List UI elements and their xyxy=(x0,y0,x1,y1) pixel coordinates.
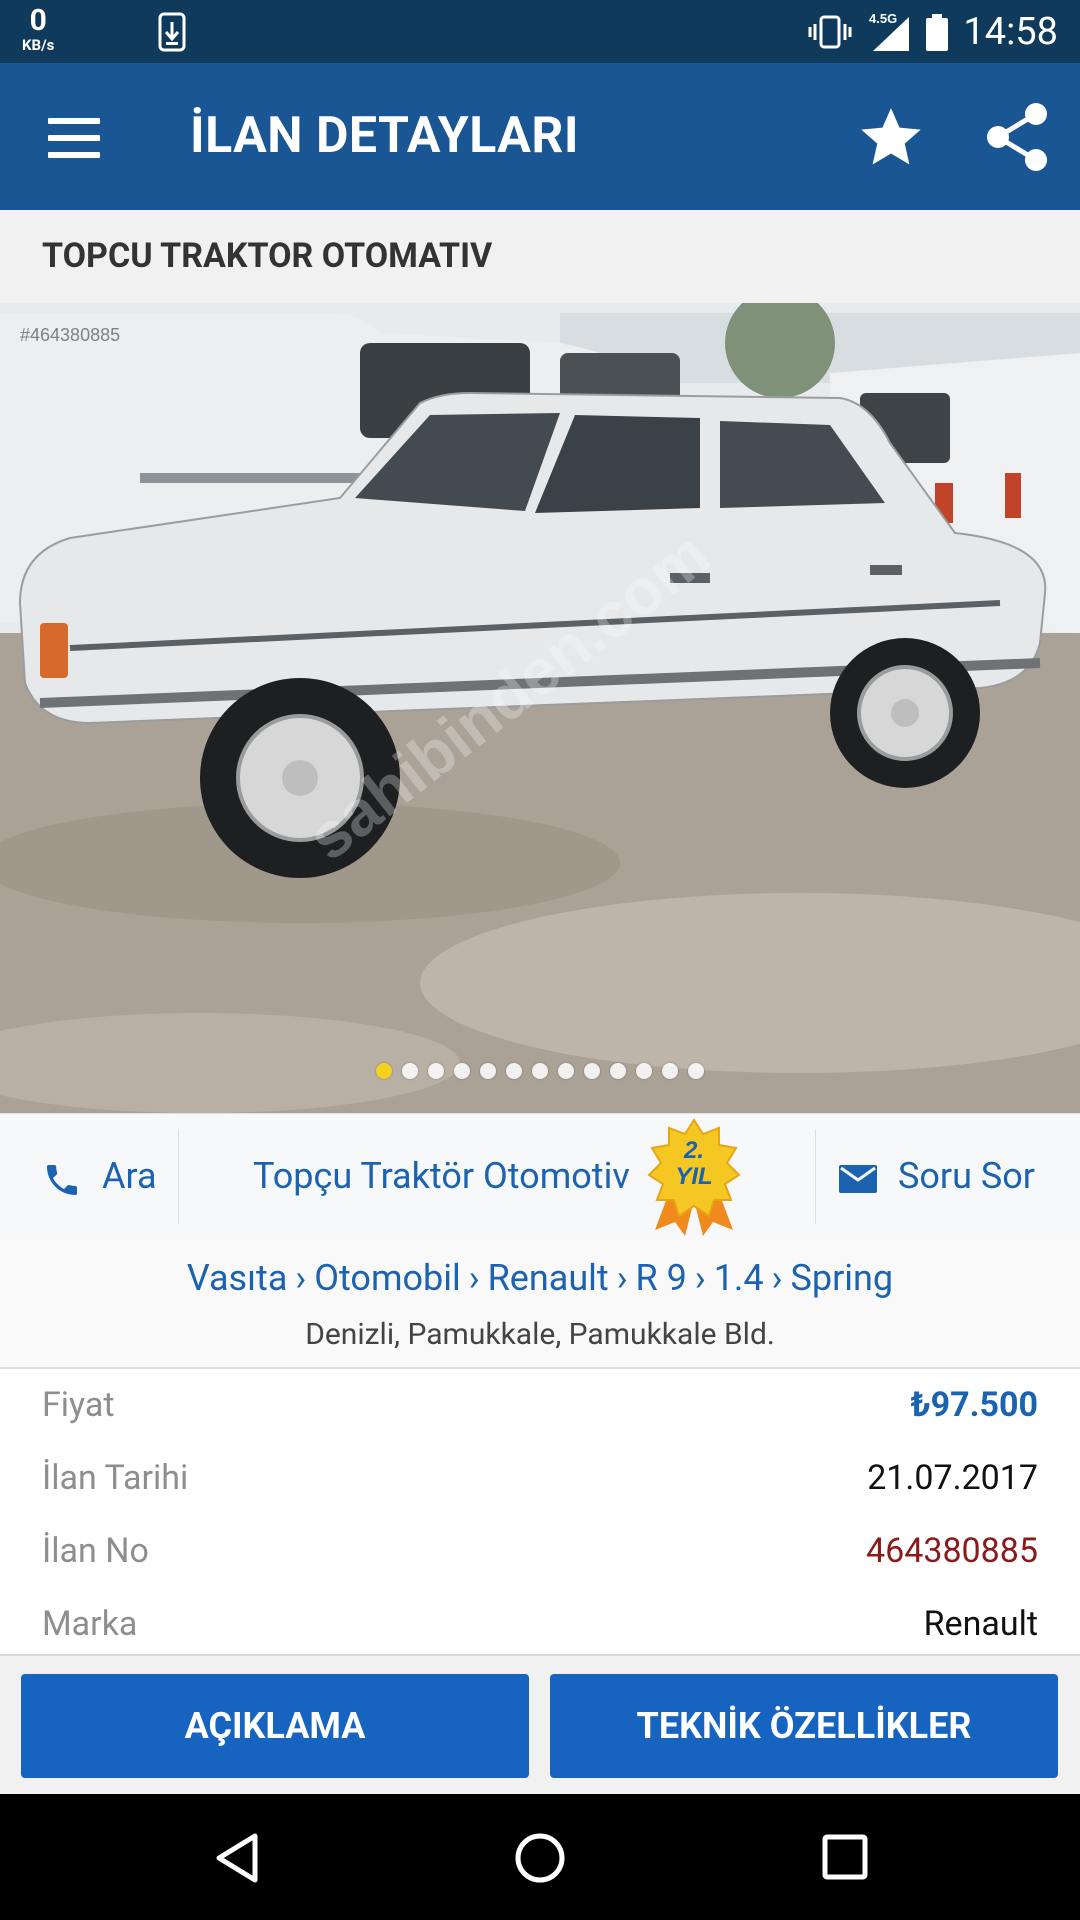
breadcrumb-separator: › xyxy=(616,1257,628,1299)
network-type-label: 4.5G xyxy=(869,11,897,26)
page-title: İLAN DETAYLARI xyxy=(190,107,580,165)
recent-apps-icon[interactable] xyxy=(822,1834,868,1880)
breadcrumb-separator: › xyxy=(468,1257,480,1299)
signal-icon: 4.5G xyxy=(867,11,911,53)
gallery-dot[interactable] xyxy=(558,1063,574,1079)
listing-number-value: 464380885 xyxy=(866,1531,1038,1571)
download-notification-icon xyxy=(158,12,186,52)
gallery-dot[interactable] xyxy=(428,1063,444,1079)
status-bar: 0 KB/s 4.5G 14:58 xyxy=(0,0,1080,63)
network-speed: 0 KB/s xyxy=(22,6,54,53)
gallery-dot[interactable] xyxy=(662,1063,678,1079)
menu-icon[interactable] xyxy=(48,118,100,158)
location-text: Denizli, Pamukkale, Pamukkale Bld. xyxy=(305,1317,775,1352)
contact-action-row: Ara Topçu Traktör Otomotiv 2. YIL Soru S… xyxy=(0,1113,1080,1240)
home-icon[interactable] xyxy=(514,1832,566,1884)
breadcrumb-item[interactable]: Renault xyxy=(488,1257,609,1299)
detail-label: İlan Tarihi xyxy=(42,1458,189,1498)
badge-year-label: YIL xyxy=(675,1163,712,1190)
phone-icon xyxy=(47,1165,77,1195)
breadcrumb-item[interactable]: Vasıta xyxy=(187,1257,288,1299)
price-value: ₺97.500 xyxy=(910,1385,1038,1425)
gallery-indicator xyxy=(0,1063,1080,1083)
brand-value: Renault xyxy=(923,1604,1038,1644)
app-bar: İLAN DETAYLARI xyxy=(0,63,1080,210)
breadcrumb-separator: › xyxy=(771,1257,783,1299)
gallery-dot[interactable] xyxy=(610,1063,626,1079)
vibrate-icon xyxy=(807,14,853,50)
ask-question-button[interactable]: Soru Sor xyxy=(816,1114,1080,1239)
breadcrumb: Vasıta › Otomobil › Renault › R 9 › 1.4 › Spring xyxy=(0,1257,1080,1299)
gallery-dot[interactable] xyxy=(532,1063,548,1079)
breadcrumb-item[interactable]: Otomobil xyxy=(314,1257,461,1299)
gallery-dot[interactable] xyxy=(584,1063,600,1079)
store-name: Topçu Traktör Otomotiv xyxy=(253,1155,630,1197)
listing-photo[interactable]: #464380885 sahibinden.com xyxy=(0,303,1080,1113)
gallery-dot[interactable] xyxy=(636,1063,652,1079)
system-navigation-bar xyxy=(0,1794,1080,1920)
share-icon[interactable] xyxy=(984,102,1050,172)
gallery-dot[interactable] xyxy=(376,1063,392,1079)
back-icon[interactable] xyxy=(213,1832,261,1884)
bottom-action-bar: AÇIKLAMA TEKNİK ÖZELLİKLER xyxy=(0,1654,1080,1796)
call-button[interactable]: Ara xyxy=(0,1114,178,1239)
gallery-dot[interactable] xyxy=(480,1063,496,1079)
ask-question-label: Soru Sor xyxy=(898,1155,1035,1197)
breadcrumb-item[interactable]: R 9 xyxy=(636,1257,687,1299)
seller-header-name: TOPCU TRAKTOR OTOMATIV xyxy=(42,236,493,276)
network-speed-value: 0 xyxy=(29,3,47,38)
listing-details: Fiyat ₺97.500 İlan Tarihi 21.07.2017 İla… xyxy=(0,1369,1080,1653)
gallery-dot[interactable] xyxy=(402,1063,418,1079)
network-speed-unit: KB/s xyxy=(22,36,55,54)
technical-specs-button[interactable]: TEKNİK ÖZELLİKLER xyxy=(550,1674,1058,1778)
store-link[interactable]: Topçu Traktör Otomotiv 2. YIL xyxy=(179,1114,815,1239)
gallery-dot[interactable] xyxy=(454,1063,470,1079)
badge-number: 2. xyxy=(683,1137,704,1164)
breadcrumb-separator: › xyxy=(694,1257,706,1299)
envelope-icon xyxy=(839,1165,877,1193)
gallery-dot[interactable] xyxy=(688,1063,704,1079)
photo-watermark-id: #464380885 xyxy=(20,325,120,345)
detail-label: İlan No xyxy=(42,1531,149,1571)
breadcrumb-separator: › xyxy=(295,1257,307,1299)
battery-icon xyxy=(925,12,949,52)
breadcrumb-item[interactable]: Spring xyxy=(790,1257,893,1299)
detail-row-date: İlan Tarihi 21.07.2017 xyxy=(0,1442,1080,1515)
detail-label: Marka xyxy=(42,1604,138,1644)
favorite-star-icon[interactable] xyxy=(858,104,924,170)
listing-date-value: 21.07.2017 xyxy=(867,1458,1038,1498)
breadcrumb-item[interactable]: 1.4 xyxy=(714,1257,764,1299)
call-label: Ara xyxy=(102,1155,157,1197)
description-button[interactable]: AÇIKLAMA xyxy=(21,1674,529,1778)
membership-year-badge: 2. YIL xyxy=(647,1118,741,1236)
detail-row-listing-no: İlan No 464380885 xyxy=(0,1515,1080,1588)
category-section: Vasıta › Otomobil › Renault › R 9 › 1.4 › Spring D… xyxy=(0,1239,1080,1369)
detail-row-brand: Marka Renault xyxy=(0,1588,1080,1653)
gallery-dot[interactable] xyxy=(506,1063,522,1079)
detail-label: Fiyat xyxy=(42,1385,115,1425)
detail-row-price: Fiyat ₺97.500 xyxy=(0,1369,1080,1442)
clock: 14:58 xyxy=(963,9,1058,54)
seller-header: TOPCU TRAKTOR OTOMATIV xyxy=(0,210,1080,304)
